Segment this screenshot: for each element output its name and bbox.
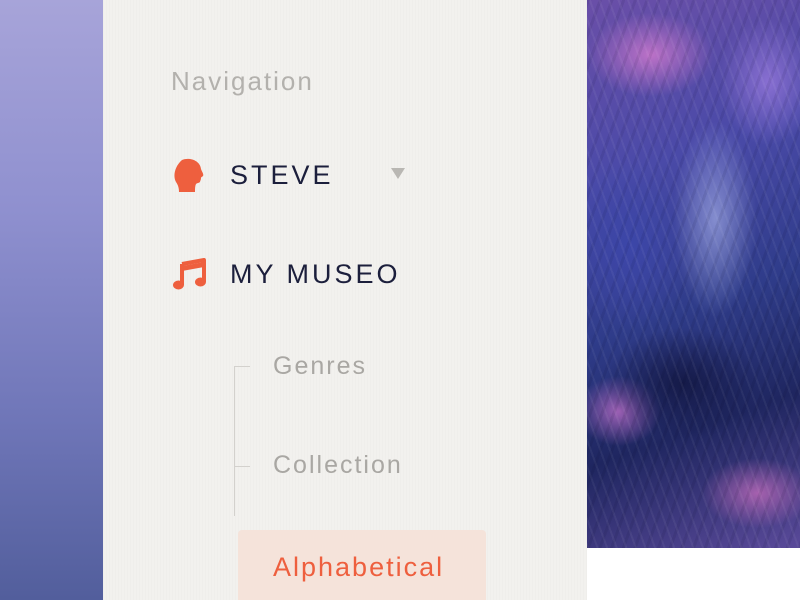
sub-item-alphabetical[interactable]: Alphabetical (238, 530, 486, 600)
user-head-icon (173, 155, 211, 195)
nav-item-user-label: STEVE (230, 159, 334, 190)
sub-item-genres[interactable]: Genres (273, 352, 367, 381)
album-art-image (587, 0, 800, 548)
music-note-icon (173, 254, 211, 294)
tree-connector-tick (234, 466, 250, 467)
background-gradient-panel (0, 0, 103, 600)
art-bottom-blank (587, 548, 800, 600)
chevron-down-icon[interactable] (391, 168, 405, 179)
nav-item-my-museo-label: MY MUSEO (230, 258, 401, 289)
nav-item-user[interactable]: STEVE (173, 153, 413, 197)
navigation-panel: Navigation STEVE MY MUSEO Genres Collect… (103, 0, 587, 600)
navigation-heading: Navigation (171, 66, 314, 96)
tree-connector-tick (234, 366, 250, 367)
tree-connector-line (234, 366, 235, 516)
nav-item-my-museo[interactable]: MY MUSEO (173, 252, 413, 296)
sub-item-alphabetical-label: Alphabetical (273, 552, 445, 582)
sub-item-collection[interactable]: Collection (273, 451, 403, 480)
